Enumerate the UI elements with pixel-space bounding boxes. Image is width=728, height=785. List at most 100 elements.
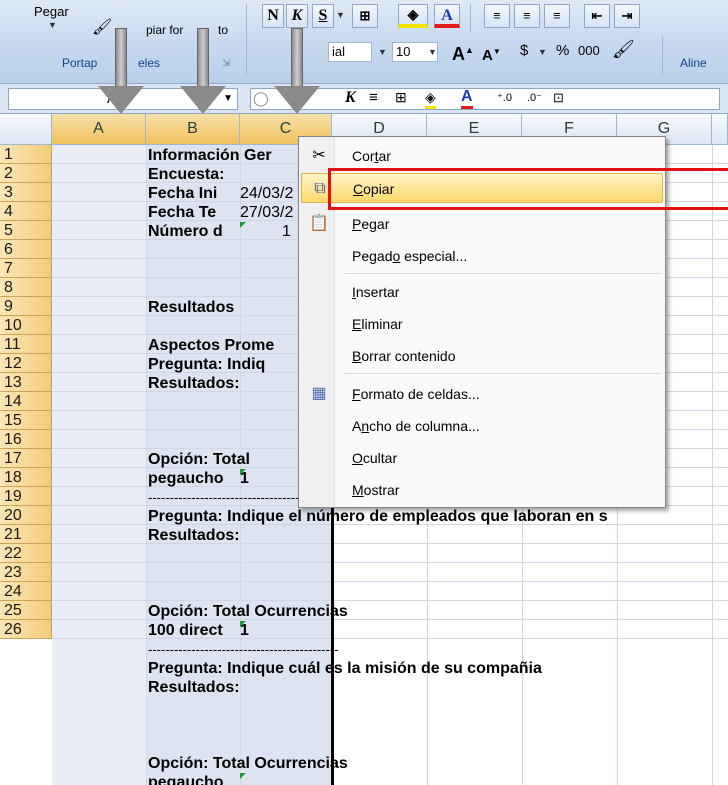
increase-decimal-icon[interactable]: ⁺.0 (497, 91, 512, 104)
mini-format-painter-icon[interactable]: 🖌 (612, 39, 635, 61)
cell-c4[interactable]: 27/03/2 (240, 203, 300, 222)
row-header[interactable]: 18 (0, 468, 52, 487)
row-header[interactable]: 1 (0, 145, 52, 164)
percent-button[interactable]: % (556, 41, 569, 63)
row-header[interactable]: 15 (0, 411, 52, 430)
cell-b11[interactable]: Resultados: (148, 374, 240, 393)
underline-dropdown-icon[interactable]: ▼ (336, 10, 345, 20)
row-header[interactable]: 24 (0, 582, 52, 601)
column-header-b[interactable]: B (146, 114, 240, 145)
row-header[interactable]: 17 (0, 449, 52, 468)
mini-italic-button[interactable]: K (345, 89, 356, 107)
font-color-icon[interactable]: A (434, 4, 460, 28)
cell-b14[interactable]: pegaucho (148, 469, 238, 488)
row-header[interactable]: 19 (0, 487, 52, 506)
menu-item-format-cells[interactable]: ▦ Formato de celdas... (301, 379, 663, 409)
row-header[interactable]: 22 (0, 544, 52, 563)
mini-align-icon[interactable]: ≡ (369, 89, 378, 106)
increase-indent-icon[interactable]: ⇥ (614, 4, 640, 28)
font-size-dropdown-icon[interactable]: ▼ (428, 47, 437, 57)
cell-b20[interactable]: 100 direct (148, 621, 238, 640)
menu-item-hide[interactable]: Ocultar (301, 443, 663, 473)
cell-b9[interactable]: Aspectos Prome (148, 336, 298, 355)
cell-b16[interactable]: Pregunta: Indique el número de empleados… (148, 507, 728, 526)
menu-item-column-width[interactable]: Ancho de columna... (301, 411, 663, 441)
row-header[interactable]: 8 (0, 278, 52, 297)
fill-color-icon[interactable]: ◈ (398, 4, 428, 28)
menu-item-delete[interactable]: Eliminar (301, 309, 663, 339)
currency-button[interactable]: $ (520, 41, 528, 63)
row-header[interactable]: 25 (0, 601, 52, 620)
error-indicator-icon[interactable] (240, 469, 246, 475)
row-header[interactable]: 5 (0, 221, 52, 240)
bold-button[interactable]: N (262, 4, 284, 28)
menu-item-unhide[interactable]: Mostrar (301, 475, 663, 505)
row-header[interactable]: 3 (0, 183, 52, 202)
font-name-dropdown-icon[interactable]: ▼ (378, 47, 387, 57)
borders-icon[interactable]: ⊞ (352, 4, 378, 28)
row-header[interactable]: 9 (0, 297, 52, 316)
row-header[interactable]: 10 (0, 316, 52, 335)
row-header[interactable]: 2 (0, 164, 52, 183)
formula-input[interactable]: ◯ K ≡ ⊞ ◈ A ⁺.0 .0⁻ ⊡ (250, 88, 720, 110)
mini-font-color-icon[interactable]: A (461, 88, 473, 109)
row-header[interactable]: 21 (0, 525, 52, 544)
cell-b26[interactable]: pegaucho (148, 773, 238, 785)
row-header[interactable]: 6 (0, 240, 52, 259)
column-header-more[interactable] (712, 114, 728, 145)
align-center-icon[interactable]: ≡ (514, 4, 540, 28)
error-indicator-icon[interactable] (240, 773, 246, 779)
grow-font-icon[interactable]: A▲ (452, 40, 474, 64)
italic-button[interactable]: K (286, 4, 308, 28)
menu-item-paste-special[interactable]: Pegado especial... (301, 241, 663, 271)
mini-borders-icon[interactable]: ⊞ (395, 89, 407, 106)
error-indicator-icon[interactable] (240, 621, 246, 627)
cell-b23[interactable]: Resultados: (148, 678, 240, 697)
selected-column-a[interactable] (52, 145, 146, 785)
cell-b22[interactable]: Pregunta: Indique cuál es la misión de s… (148, 659, 728, 678)
column-header-a[interactable]: A (52, 114, 146, 145)
menu-item-clear-contents[interactable]: Borrar contenido (301, 341, 663, 371)
row-header[interactable]: 13 (0, 373, 52, 392)
row-header[interactable]: 16 (0, 430, 52, 449)
align-left-icon[interactable]: ≡ (484, 4, 510, 28)
row-header[interactable]: 4 (0, 202, 52, 221)
select-all-corner[interactable] (0, 114, 52, 145)
cell-b17[interactable]: Resultados: (148, 526, 240, 545)
menu-item-insert[interactable]: Insertar (301, 277, 663, 307)
cell-b10[interactable]: Pregunta: Indiq (148, 355, 298, 374)
thousands-button[interactable]: 000 (578, 41, 600, 63)
cell-b5[interactable]: Número d (148, 222, 240, 241)
cell-b4[interactable]: Fecha Te (148, 203, 240, 222)
cell-c5[interactable]: 1 (282, 222, 298, 241)
font-name-box[interactable]: ial (328, 42, 372, 62)
row-header[interactable]: 20 (0, 506, 52, 525)
row-header[interactable]: 12 (0, 354, 52, 373)
cell-b2[interactable]: Encuesta: (148, 165, 224, 184)
error-indicator-icon[interactable] (240, 222, 246, 228)
cell-b21[interactable]: ----------------------------------------… (148, 640, 410, 659)
menu-item-cut[interactable]: ✂ Cortar (301, 141, 663, 171)
cell-b7[interactable]: Resultados (148, 298, 234, 317)
row-header[interactable]: 7 (0, 259, 52, 278)
cell-b13[interactable]: Opción: Total (148, 450, 298, 469)
row-header[interactable]: 11 (0, 335, 52, 354)
align-right-icon[interactable]: ≡ (544, 4, 570, 28)
merge-icon[interactable]: ⊡ (553, 90, 564, 106)
copy-format-label[interactable]: piar for (146, 20, 183, 42)
row-header[interactable]: 26 (0, 620, 52, 639)
underline-button[interactable]: S (312, 4, 334, 28)
row-header[interactable]: 14 (0, 392, 52, 411)
decrease-indent-icon[interactable]: ⇤ (584, 4, 610, 28)
cell-b19[interactable]: Opción: Total Ocurrencias (148, 602, 448, 621)
decrease-decimal-icon[interactable]: .0⁻ (527, 91, 542, 104)
cell-b25[interactable]: Opción: Total Ocurrencias (148, 754, 448, 773)
shrink-font-icon[interactable]: A▼ (482, 42, 501, 64)
currency-dropdown-icon[interactable]: ▼ (538, 47, 547, 57)
cell-c3[interactable]: 24/03/2 (240, 184, 300, 203)
mini-fill-icon[interactable]: ◈ (425, 89, 436, 109)
cell-b3[interactable]: Fecha Ini (148, 184, 240, 203)
menu-item-paste[interactable]: 📋 Pegar (301, 209, 663, 239)
row-header[interactable]: 23 (0, 563, 52, 582)
paste-dropdown-icon[interactable]: ▼ (48, 20, 57, 30)
